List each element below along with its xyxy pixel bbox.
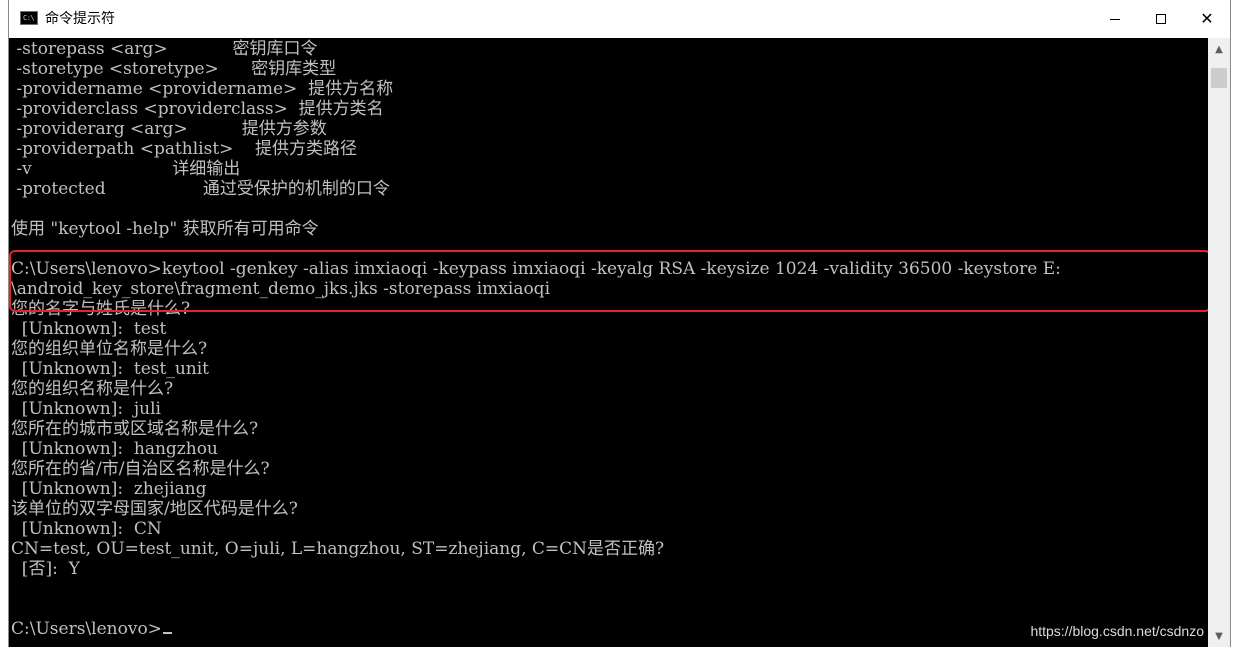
- cmd-icon: C:\: [20, 11, 38, 25]
- console-lines: -storepass <arg> 密钥库口令 -storetype <store…: [11, 39, 1061, 639]
- title-bar[interactable]: C:\ 命令提示符 ✕: [9, 0, 1230, 38]
- console-line: -v 详细输出: [11, 159, 241, 179]
- console-line: -providerarg <arg> 提供方参数: [11, 119, 327, 139]
- console-line: CN=test, OU=test_unit, O=juli, L=hangzho…: [11, 539, 665, 559]
- text-cursor: [162, 632, 172, 634]
- console-line: -providerclass <providerclass> 提供方类名: [11, 99, 384, 119]
- console-output[interactable]: -storepass <arg> 密钥库口令 -storetype <store…: [9, 38, 1208, 647]
- console-line: -storetype <storetype> 密钥库类型: [11, 59, 337, 79]
- console-line: 使用 "keytool -help" 获取所有可用命令: [11, 219, 319, 239]
- console-line: [Unknown]: test_unit: [11, 359, 209, 379]
- minimize-button[interactable]: [1092, 0, 1138, 38]
- scroll-up-arrow-icon[interactable]: ▲: [1208, 38, 1230, 60]
- console-line: 您的名字与姓氏是什么?: [11, 299, 191, 319]
- minimize-icon: [1110, 18, 1120, 20]
- console-line: 该单位的双字母国家/地区代码是什么?: [11, 499, 298, 519]
- console-line: [Unknown]: CN: [11, 519, 162, 539]
- scrollbar-thumb[interactable]: [1211, 68, 1227, 88]
- console-line: -storepass <arg> 密钥库口令: [11, 39, 318, 59]
- console-line: 您所在的省/市/自治区名称是什么?: [11, 459, 270, 479]
- console-line: -providername <providername> 提供方名称: [11, 79, 394, 99]
- console-line: 您的组织名称是什么?: [11, 379, 174, 399]
- watermark-text: https://blog.csdn.net/csdnzo: [1030, 623, 1204, 639]
- console-line: [Unknown]: test: [11, 319, 167, 339]
- close-button[interactable]: ✕: [1184, 0, 1230, 38]
- vertical-scrollbar[interactable]: ▲ ▼: [1208, 38, 1230, 647]
- console-line: C:\Users\lenovo>: [11, 619, 1061, 639]
- maximize-icon: [1156, 14, 1166, 24]
- console-line: [否]: Y: [11, 559, 80, 579]
- console-line: [Unknown]: hangzhou: [11, 439, 218, 459]
- console-line: -providerpath <pathlist> 提供方类路径: [11, 139, 358, 159]
- console-line: [Unknown]: zhejiang: [11, 479, 207, 499]
- maximize-button[interactable]: [1138, 0, 1184, 38]
- console-line: -protected 通过受保护的机制的口令: [11, 179, 390, 199]
- close-icon: ✕: [1200, 9, 1214, 28]
- console-line: [Unknown]: juli: [11, 399, 161, 419]
- window-title: 命令提示符: [45, 11, 115, 27]
- console-line: 您的组织单位名称是什么?: [11, 339, 208, 359]
- command-prompt-window: C:\ 命令提示符 ✕ -storepass <arg> 密钥库口令 -stor…: [8, 0, 1231, 647]
- console-line: C:\Users\lenovo>keytool -genkey -alias i…: [11, 259, 1061, 279]
- console-line: \android_key_store\fragment_demo_jks.jks…: [11, 279, 551, 299]
- console-line: 您所在的城市或区域名称是什么?: [11, 419, 259, 439]
- scroll-down-arrow-icon[interactable]: ▼: [1208, 625, 1230, 647]
